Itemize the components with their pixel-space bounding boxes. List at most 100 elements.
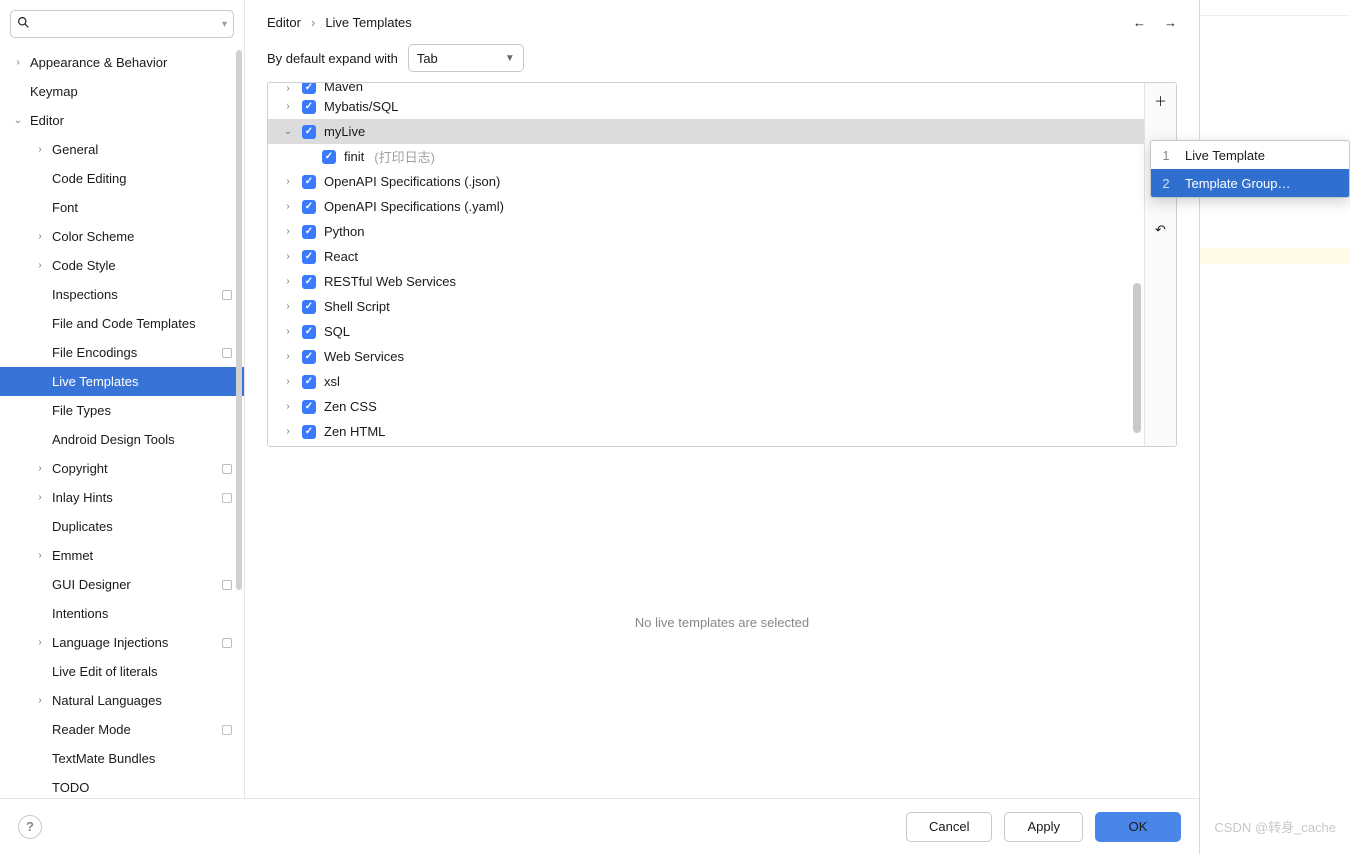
sidebar-item[interactable]: Inspections: [0, 280, 244, 309]
sidebar-item[interactable]: ›Natural Languages: [0, 686, 244, 715]
template-checkbox[interactable]: [302, 325, 316, 339]
apply-button[interactable]: Apply: [1004, 812, 1083, 842]
template-checkbox[interactable]: [302, 200, 316, 214]
project-badge-icon: [222, 580, 232, 590]
expand-with-select[interactable]: Tab ▼: [408, 44, 524, 72]
sidebar-item-label: GUI Designer: [52, 577, 131, 592]
template-group[interactable]: ›Python: [268, 219, 1144, 244]
sidebar-item[interactable]: ›Inlay Hints: [0, 483, 244, 512]
template-group[interactable]: ⌄myLive: [268, 119, 1144, 144]
template-checkbox[interactable]: [302, 100, 316, 114]
template-checkbox[interactable]: [302, 350, 316, 364]
template-label: Maven: [324, 83, 363, 94]
settings-search[interactable]: ▾: [10, 10, 234, 38]
sidebar-item-label: Editor: [30, 113, 64, 128]
template-checkbox[interactable]: [302, 125, 316, 139]
popup-item[interactable]: 1Live Template: [1151, 141, 1349, 169]
revert-icon: ↶: [1155, 222, 1166, 238]
chevron-right-icon: ›: [282, 101, 294, 112]
template-checkbox[interactable]: [302, 400, 316, 414]
sidebar-item[interactable]: GUI Designer: [0, 570, 244, 599]
template-checkbox[interactable]: [302, 375, 316, 389]
template-checkbox[interactable]: [302, 250, 316, 264]
chevron-down-icon[interactable]: ▾: [222, 19, 227, 30]
template-checkbox[interactable]: [302, 425, 316, 439]
sidebar-item[interactable]: ›Copyright: [0, 454, 244, 483]
sidebar-item[interactable]: Android Design Tools: [0, 425, 244, 454]
template-label: React: [324, 249, 358, 264]
sidebar-item[interactable]: ⌄Editor: [0, 106, 244, 135]
sidebar-item-label: General: [52, 142, 98, 157]
template-label: Web Services: [324, 349, 404, 364]
template-item[interactable]: finit(打印日志): [268, 144, 1144, 169]
sidebar-item[interactable]: Live Edit of literals: [0, 657, 244, 686]
sidebar-item[interactable]: ›Emmet: [0, 541, 244, 570]
sidebar-item[interactable]: Intentions: [0, 599, 244, 628]
sidebar-item[interactable]: ›Code Style: [0, 251, 244, 280]
sidebar-item-label: Copyright: [52, 461, 108, 476]
sidebar-item-label: Keymap: [30, 84, 78, 99]
template-group[interactable]: ›Maven: [268, 83, 1144, 94]
breadcrumb-part[interactable]: Editor: [267, 15, 301, 30]
sidebar-item[interactable]: Reader Mode: [0, 715, 244, 744]
sidebar-item-label: Inlay Hints: [52, 490, 113, 505]
sidebar-item-label: Live Templates: [52, 374, 138, 389]
sidebar-item[interactable]: File and Code Templates: [0, 309, 244, 338]
sidebar-item[interactable]: TextMate Bundles: [0, 744, 244, 773]
ok-button[interactable]: OK: [1095, 812, 1181, 842]
editor-preview-pane: [1200, 0, 1350, 854]
sidebar-item-label: Android Design Tools: [52, 432, 175, 447]
template-group[interactable]: ›OpenAPI Specifications (.json): [268, 169, 1144, 194]
template-group[interactable]: ›Mybatis/SQL: [268, 94, 1144, 119]
nav-back-icon[interactable]: ←: [1133, 15, 1146, 30]
sidebar-item[interactable]: File Types: [0, 396, 244, 425]
template-checkbox[interactable]: [302, 275, 316, 289]
chevron-right-icon: ›: [34, 144, 46, 155]
template-group[interactable]: ›xsl: [268, 369, 1144, 394]
sidebar-scrollbar[interactable]: [236, 50, 242, 590]
sidebar-item[interactable]: Code Editing: [0, 164, 244, 193]
sidebar-item[interactable]: Keymap: [0, 77, 244, 106]
template-checkbox[interactable]: [302, 225, 316, 239]
template-group[interactable]: ›OpenAPI Specifications (.yaml): [268, 194, 1144, 219]
chevron-right-icon: ›: [282, 201, 294, 212]
project-badge-icon: [222, 493, 232, 503]
sidebar-item[interactable]: Font: [0, 193, 244, 222]
revert-button[interactable]: ↶: [1150, 219, 1172, 241]
settings-tree[interactable]: ›Appearance & Behavior Keymap ⌄Editor › Gene…: [0, 46, 244, 798]
cancel-button[interactable]: Cancel: [906, 812, 992, 842]
popup-item[interactable]: 2Template Group…: [1151, 169, 1349, 197]
search-input[interactable]: [34, 17, 218, 32]
sidebar-item[interactable]: TODO: [0, 773, 244, 798]
template-checkbox[interactable]: [302, 83, 316, 94]
template-scrollbar[interactable]: [1133, 283, 1141, 433]
template-group[interactable]: ›Zen CSS: [268, 394, 1144, 419]
chevron-down-icon: ▼: [505, 53, 515, 64]
template-group[interactable]: ›Shell Script: [268, 294, 1144, 319]
template-group[interactable]: ›SQL: [268, 319, 1144, 344]
project-badge-icon: [222, 290, 232, 300]
template-list[interactable]: ›Maven›Mybatis/SQL⌄myLivefinit(打印日志)›Ope…: [268, 83, 1144, 446]
template-checkbox[interactable]: [322, 150, 336, 164]
add-template-popup[interactable]: 1Live Template2Template Group…: [1150, 140, 1350, 198]
chevron-right-icon: ›: [282, 276, 294, 287]
add-template-button[interactable]: ＋: [1150, 89, 1172, 111]
sidebar-item[interactable]: Live Templates: [0, 367, 244, 396]
project-badge-icon: [222, 725, 232, 735]
nav-forward-icon[interactable]: →: [1164, 15, 1177, 30]
template-group[interactable]: ›RESTful Web Services: [268, 269, 1144, 294]
sidebar-item[interactable]: File Encodings: [0, 338, 244, 367]
sidebar-item[interactable]: ›Appearance & Behavior: [0, 48, 244, 77]
sidebar-item[interactable]: › General: [0, 135, 244, 164]
chevron-right-icon: ›: [282, 351, 294, 362]
sidebar-item[interactable]: ›Language Injections: [0, 628, 244, 657]
template-group[interactable]: › Web Services: [268, 344, 1144, 369]
sidebar-item-label: File Types: [52, 403, 111, 418]
help-button[interactable]: ?: [18, 815, 42, 839]
sidebar-item[interactable]: ›Color Scheme: [0, 222, 244, 251]
template-group[interactable]: ›React: [268, 244, 1144, 269]
template-checkbox[interactable]: [302, 175, 316, 189]
sidebar-item[interactable]: Duplicates: [0, 512, 244, 541]
template-checkbox[interactable]: [302, 300, 316, 314]
template-group[interactable]: ›Zen HTML: [268, 419, 1144, 444]
